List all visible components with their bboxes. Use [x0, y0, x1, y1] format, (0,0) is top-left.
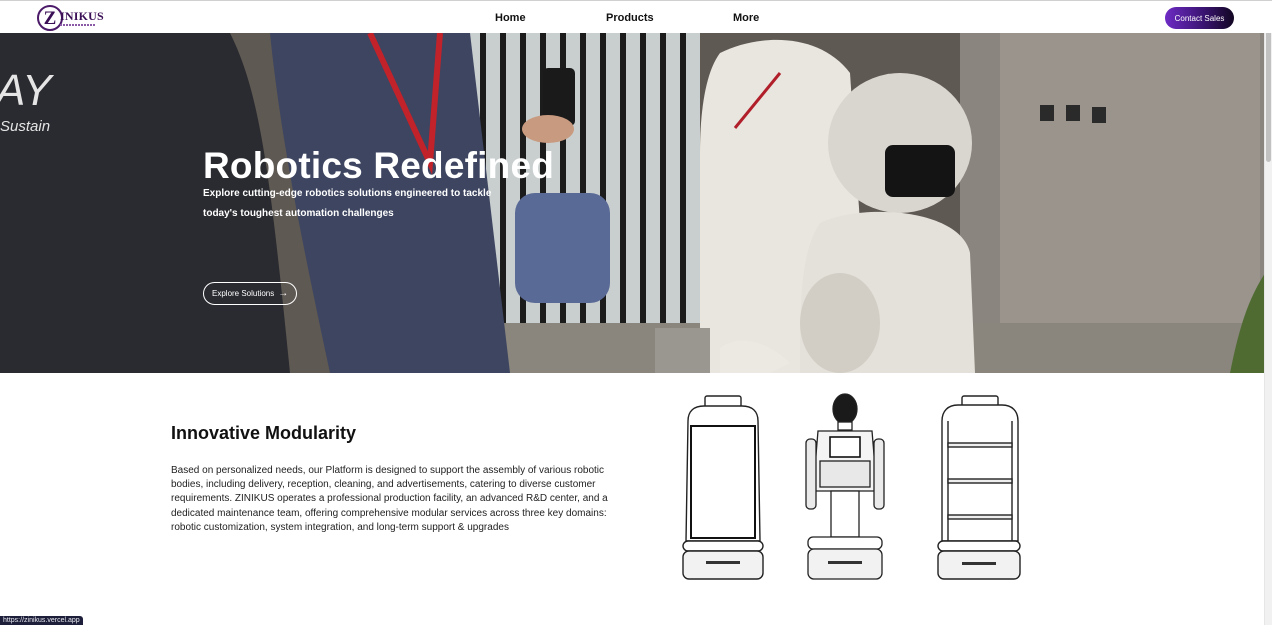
hero-banner: AY Sustain Robotics Redefined Explore cu…	[0, 33, 1272, 373]
robot-base-grey	[655, 328, 710, 373]
logo-word: INIKUS	[60, 9, 104, 23]
logo-tagline-mark	[60, 24, 96, 26]
modularity-section: Innovative Modularity Based on personali…	[0, 373, 1272, 625]
modularity-title: Innovative Modularity	[171, 423, 357, 443]
nav-more-label[interactable]: More	[733, 12, 759, 24]
explore-solutions-button[interactable]: Explore Solutions →	[203, 282, 298, 305]
hero-subtitle: Explore cutting-edge robotics solutions …	[203, 188, 492, 219]
nav-products-label[interactable]: Products	[606, 12, 654, 24]
page: Z INIKUS Home Products More Contact Sale…	[0, 0, 1272, 625]
robot-lineup-illustration	[682, 393, 1021, 580]
shirt-print-sustain: Sustain	[0, 118, 50, 135]
page-scrollbar[interactable]	[1264, 0, 1272, 625]
link-preview-status: https://zinikus.vercel.app	[0, 616, 83, 625]
contact-sales-button[interactable]: Contact Sales	[1165, 7, 1234, 29]
robot-arm	[800, 273, 880, 373]
logo-text: INIKUS	[60, 10, 104, 26]
nav-item-home[interactable]: Home	[495, 1, 526, 34]
nav-item-products[interactable]: Products	[606, 1, 654, 34]
robot-face-screen	[885, 145, 955, 197]
seated-person	[515, 193, 610, 303]
shirt-print-ay: AY	[0, 66, 54, 115]
zinikus-logo[interactable]: Z INIKUS	[37, 4, 105, 32]
wall-panel	[1000, 33, 1260, 373]
shelf-robot	[937, 395, 1021, 580]
site-header: Z INIKUS Home Products More Contact Sale…	[0, 0, 1272, 33]
hero-background-photo: AY Sustain	[0, 33, 1272, 373]
hero-title: Robotics Redefined	[203, 145, 555, 186]
reception-robot	[805, 393, 885, 580]
nav-home-label[interactable]: Home	[495, 12, 526, 24]
explore-solutions-label: Explore Solutions	[212, 289, 275, 298]
nav-item-more[interactable]: More	[733, 1, 759, 34]
wall-switches	[1040, 105, 1106, 123]
delivery-robot	[682, 395, 764, 580]
arrow-right-icon: →	[278, 287, 289, 299]
modularity-body: Based on personalized needs, our Platfor…	[171, 465, 608, 533]
hand	[522, 115, 574, 143]
